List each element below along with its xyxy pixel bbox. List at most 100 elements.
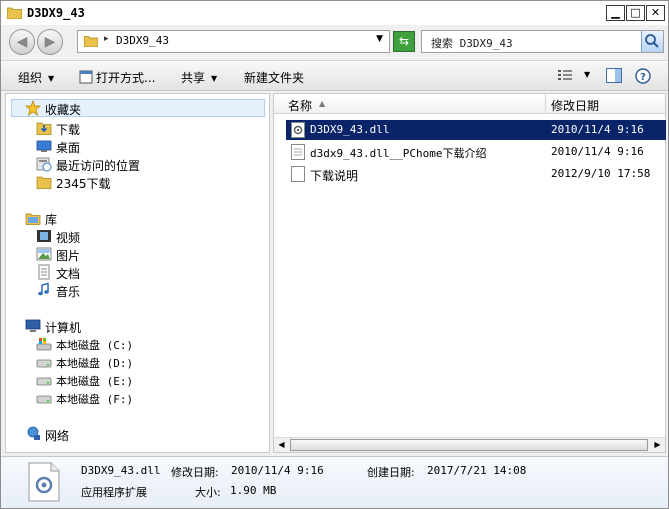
- file-row-pchome-intro[interactable]: d3dx9_43.dll__PChome下载介绍 2010/11/4 9:16: [286, 142, 666, 162]
- file-date: 2010/11/4 9:16: [551, 145, 644, 158]
- forward-button[interactable]: ▶: [37, 29, 63, 55]
- dll-file-icon: [291, 122, 305, 138]
- command-bar: 组织 ▼ 打开方式... 共享 ▼ 新建文件夹 ▼ ?: [1, 60, 668, 91]
- column-header-name[interactable]: 名称 ▲: [274, 94, 546, 114]
- minimize-button[interactable]: ▁: [606, 5, 625, 21]
- nav-item-label: 本地磁盘 (C:): [56, 339, 134, 352]
- search-icon: [645, 34, 659, 48]
- text-file-icon: [291, 144, 305, 160]
- folder-icon: [7, 7, 22, 19]
- share-menu[interactable]: 共享 ▼: [181, 69, 217, 86]
- help-button[interactable]: ?: [635, 68, 651, 87]
- refresh-icon: ⇆: [398, 34, 410, 48]
- recent-places-icon: [36, 157, 52, 172]
- share-label: 共享: [181, 71, 206, 85]
- system-drive-icon: [36, 338, 52, 351]
- detail-file-type: 应用程序扩展: [81, 486, 147, 499]
- close-button[interactable]: ✕: [646, 5, 665, 21]
- document-icon: [38, 264, 50, 280]
- column-header-date[interactable]: 修改日期: [546, 94, 665, 114]
- file-date: 2012/9/10 17:58: [551, 167, 651, 180]
- scroll-left-icon[interactable]: ◀: [274, 440, 289, 451]
- column-name-label: 名称: [288, 99, 313, 113]
- drive-icon: [36, 359, 52, 368]
- window-title: D3DX9_43: [27, 6, 85, 20]
- open-with-label: 打开方式...: [96, 71, 156, 85]
- drive-icon: [36, 395, 52, 404]
- desktop-icon: [36, 140, 52, 152]
- network-icon: [27, 426, 40, 440]
- preview-pane-icon: [606, 68, 622, 83]
- address-dropdown-icon[interactable]: ▼: [376, 34, 383, 44]
- file-list-pane: 名称 ▲ 修改日期 D3DX9_43.dll 2010/11/4 9:16 d3…: [273, 93, 666, 453]
- detail-created-label: 创建日期:: [367, 466, 415, 479]
- dropdown-arrow-icon: ▼: [211, 74, 218, 83]
- preview-pane-button[interactable]: [606, 68, 622, 86]
- maximize-button[interactable]: □: [626, 5, 645, 21]
- detail-modified-value: 2010/11/4 9:16: [231, 464, 324, 477]
- file-name: D3DX9_43.dll: [310, 123, 390, 136]
- nav-item-label: 本地磁盘 (F:): [56, 393, 134, 406]
- file-name: d3dx9_43.dll__PChome下载介绍: [310, 147, 487, 160]
- folder-icon: [84, 36, 98, 47]
- search-input[interactable]: 搜索 D3DX9_43: [431, 35, 513, 51]
- scrollbar-thumb[interactable]: [290, 439, 648, 451]
- breadcrumb-separator[interactable]: ▸: [104, 34, 109, 44]
- nav-item-label: 2345下载: [56, 177, 111, 191]
- file-date: 2010/11/4 9:16: [551, 123, 644, 136]
- detail-filename: D3DX9_43.dll: [81, 464, 161, 477]
- address-path[interactable]: D3DX9_43: [116, 34, 169, 47]
- folder-icon: [36, 176, 52, 189]
- details-pane: D3DX9_43.dll 修改日期: 2010/11/4 9:16 创建日期: …: [1, 456, 668, 508]
- file-row-dll[interactable]: D3DX9_43.dll 2010/11/4 9:16: [286, 120, 666, 140]
- nav-item-label: 本地磁盘 (E:): [56, 375, 134, 388]
- address-bar[interactable]: ▸ D3DX9_43 ▼: [77, 30, 390, 53]
- detail-created-value: 2017/7/21 14:08: [427, 464, 527, 477]
- explorer-window: D3DX9_43 ▁ □ ✕ ◀ ▶ ▸ D3DX9_43 ▼ ⇆ 搜索 D3D…: [0, 0, 669, 509]
- nav-item-label: 本地磁盘 (D:): [56, 357, 134, 370]
- nav-item-label: 图片: [56, 249, 81, 263]
- help-icon: ?: [635, 68, 651, 84]
- scroll-right-icon[interactable]: ▶: [650, 440, 665, 451]
- nav-favorites-label: 收藏夹: [45, 103, 82, 117]
- organize-label: 组织: [18, 71, 43, 85]
- file-row-download-notes[interactable]: 下载说明 2012/9/10 17:58: [286, 164, 666, 184]
- back-arrow-icon: ◀: [16, 34, 28, 50]
- library-icon: [25, 213, 41, 225]
- application-icon: [79, 70, 93, 84]
- video-icon: [37, 230, 51, 242]
- organize-menu[interactable]: 组织 ▼: [18, 69, 54, 86]
- file-name: 下载说明: [310, 169, 359, 183]
- star-icon: [25, 100, 41, 116]
- pane-splitter[interactable]: [270, 93, 272, 453]
- search-button[interactable]: [641, 31, 663, 52]
- back-button[interactable]: ◀: [9, 29, 35, 55]
- picture-icon: [36, 247, 52, 261]
- music-icon: [38, 282, 49, 296]
- computer-icon: [25, 319, 41, 332]
- title-bar: D3DX9_43 ▁ □ ✕: [1, 1, 668, 25]
- nav-item-label: 下载: [56, 123, 81, 137]
- horizontal-scrollbar[interactable]: ◀ ▶: [274, 437, 665, 452]
- open-with-button[interactable]: 打开方式...: [79, 69, 155, 86]
- forward-arrow-icon: ▶: [44, 34, 56, 50]
- nav-item-label: 视频: [56, 231, 81, 245]
- view-list-icon: [558, 70, 572, 80]
- nav-item-label: 文档: [56, 267, 81, 281]
- drive-icon: [36, 377, 52, 386]
- search-box[interactable]: 搜索 D3DX9_43: [421, 30, 664, 53]
- download-folder-icon: [36, 122, 52, 135]
- view-options-button[interactable]: [557, 68, 573, 85]
- nav-item-label: 最近访问的位置: [56, 159, 141, 173]
- navigation-pane: 收藏夹 下载 桌面 最近访问的位置 2345下载 库 视频 图片 文档 音乐 计…: [5, 93, 270, 453]
- nav-item-label: 桌面: [56, 141, 81, 155]
- new-folder-button[interactable]: 新建文件夹: [244, 69, 304, 86]
- dll-file-large-icon: [28, 462, 60, 502]
- column-date-label: 修改日期: [551, 99, 600, 113]
- svg-text:?: ?: [640, 72, 646, 83]
- detail-size-label: 大小:: [195, 486, 221, 499]
- view-dropdown-icon[interactable]: ▼: [584, 70, 590, 79]
- dropdown-arrow-icon: ▼: [48, 74, 55, 83]
- refresh-button[interactable]: ⇆: [393, 31, 415, 52]
- detail-modified-label: 修改日期:: [171, 466, 219, 479]
